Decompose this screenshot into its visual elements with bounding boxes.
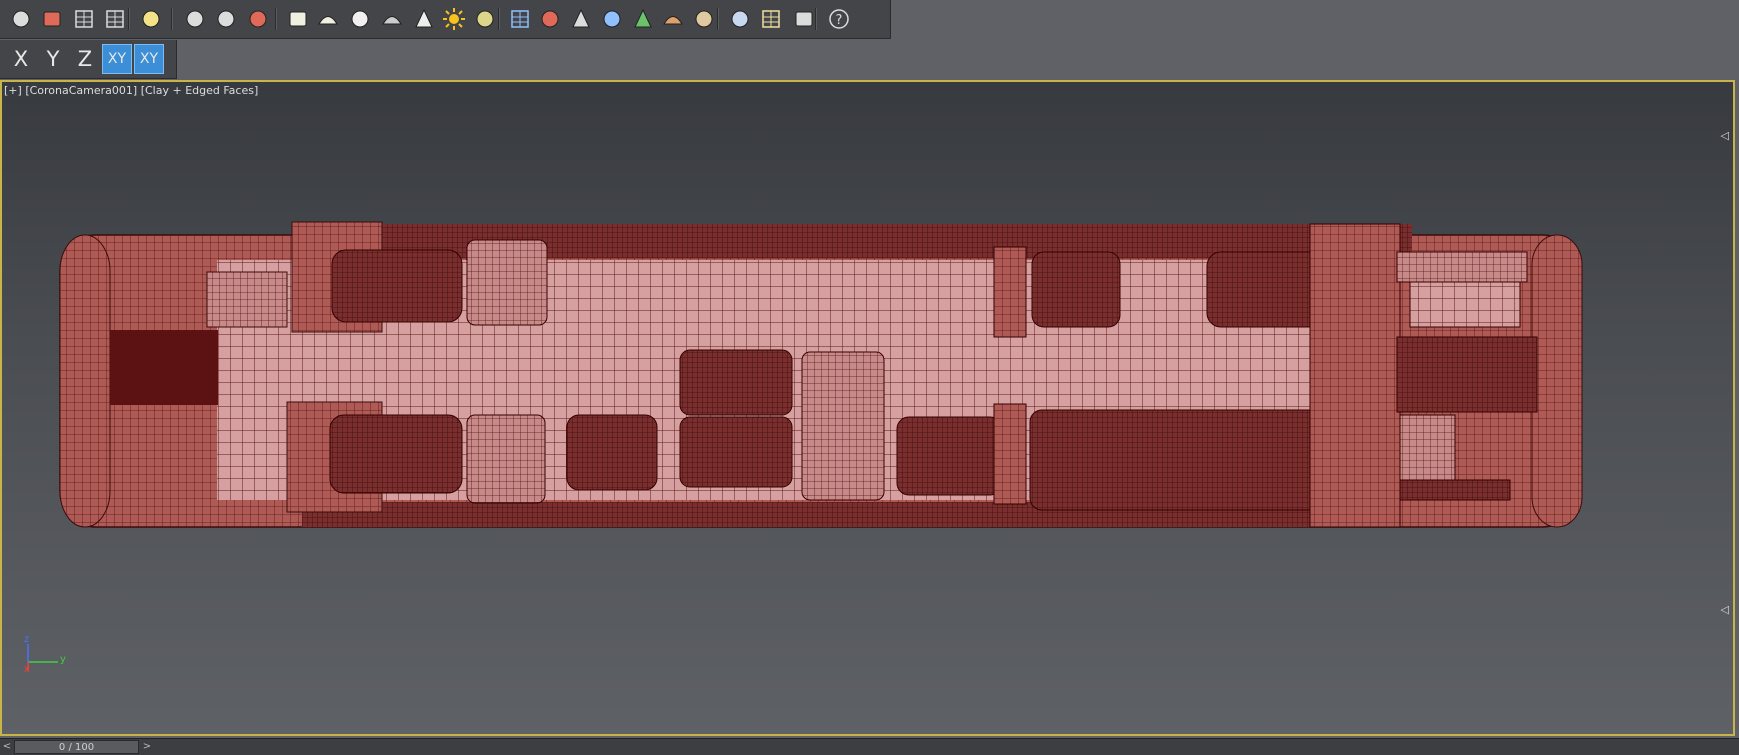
seat (896, 416, 1003, 496)
partition (993, 246, 1027, 338)
table (801, 351, 885, 501)
seat (1031, 251, 1121, 328)
grass-icon[interactable] (629, 4, 657, 34)
hair-fur-icon[interactable] (659, 4, 687, 34)
divan (1029, 409, 1351, 511)
camera-icon[interactable] (181, 4, 209, 34)
viewport-right-arrow-top[interactable]: ◁ (1721, 129, 1729, 142)
sound-icon[interactable] (690, 4, 718, 34)
next-frame-button[interactable]: > (140, 739, 154, 755)
front-lav (206, 271, 288, 328)
material-teapot-icon-glyph (382, 16, 402, 25)
axis-x-label: x (24, 664, 30, 672)
time-slider-bar: < 0 / 100 > (0, 738, 1739, 755)
rear-cabinet (1399, 414, 1456, 481)
vfb-camera-icon[interactable] (244, 4, 272, 34)
viewport-right-arrow-bottom[interactable]: ◁ (1721, 603, 1729, 616)
camera-viewport[interactable]: [+] [CoronaCamera001] [Clay + Edged Face… (0, 80, 1735, 736)
sphere-light-icon-glyph (351, 10, 369, 28)
molecule-icon-glyph (541, 10, 559, 28)
render-frame-icon-glyph (43, 11, 61, 27)
constrain-xy-snap-button[interactable]: XY (134, 44, 164, 74)
help-icon-glyph: ? (829, 9, 849, 29)
rear-bulkhead (1309, 223, 1401, 528)
render-setup-icon[interactable] (70, 4, 98, 34)
seat (679, 349, 793, 416)
rear-lavatory (1409, 281, 1521, 328)
constrain-x-button[interactable]: X (6, 44, 36, 74)
main-toolbar: ? (0, 0, 891, 39)
proxy-icon-glyph (217, 10, 235, 28)
converter-icon[interactable] (757, 4, 785, 34)
material-sphere-icon[interactable] (726, 4, 754, 34)
render-setup-icon-glyph (75, 10, 93, 28)
constrain-z-button[interactable]: Z (70, 44, 100, 74)
previous-frame-button[interactable]: < (0, 739, 14, 755)
molecule-icon[interactable] (536, 4, 564, 34)
axis-z-label: z (24, 634, 29, 645)
material-sphere-icon-glyph (731, 10, 749, 28)
aircraft-cabin-model (59, 221, 1583, 528)
cone-light-icon[interactable] (410, 4, 438, 34)
rear-galley (1396, 336, 1538, 413)
layout-icon-glyph (795, 11, 813, 27)
sky-sphere-icon-glyph (476, 10, 494, 28)
seat (331, 249, 463, 323)
help-icon[interactable]: ? (825, 4, 853, 34)
side-table (466, 239, 548, 326)
seat (566, 414, 658, 491)
light-lister-icon[interactable] (137, 4, 165, 34)
slicer-icon-glyph (572, 8, 590, 28)
xy-snap-label: XY (139, 51, 159, 67)
material-teapot-icon[interactable] (378, 4, 406, 34)
rear-bench (1399, 479, 1511, 501)
sphere-light-icon[interactable] (346, 4, 374, 34)
partition (993, 403, 1027, 505)
plane-light-icon[interactable] (284, 4, 312, 34)
dome-light-icon[interactable] (314, 4, 342, 34)
plane-light-icon-glyph (289, 11, 307, 27)
axis-constraints-toolbar: X Y Z XY XY (0, 40, 177, 79)
converter-icon-glyph (762, 10, 780, 28)
dome-light-icon-glyph (318, 16, 338, 25)
toolbar-separator (275, 8, 277, 30)
sun-icon[interactable] (440, 4, 468, 34)
cone-light-icon-glyph (415, 8, 433, 28)
rear-cap (1531, 234, 1583, 528)
light-lister-icon-glyph (142, 10, 160, 28)
hair-fur-icon-glyph (663, 16, 683, 25)
render-elements-icon-glyph (106, 10, 124, 28)
scatter-icon-glyph (511, 10, 529, 28)
layout-icon[interactable] (790, 4, 818, 34)
rear-shelf (1396, 251, 1528, 283)
teapot-render-icon[interactable] (7, 4, 35, 34)
time-slider[interactable]: 0 / 100 (14, 740, 139, 754)
scatter-icon[interactable] (506, 4, 534, 34)
seat (679, 416, 793, 488)
seat (329, 414, 463, 494)
sky-sphere-icon[interactable] (471, 4, 499, 34)
slicer-icon[interactable] (567, 4, 595, 34)
front-cap (59, 234, 111, 528)
side-table (466, 414, 546, 504)
sun-icon-glyph (443, 8, 465, 30)
world-axis-gizmo: y z x (24, 634, 66, 672)
proxy-icon[interactable] (212, 4, 240, 34)
galley-cabinet (110, 330, 218, 405)
constrain-y-button[interactable]: Y (38, 44, 68, 74)
vfb-camera-icon-glyph (249, 10, 267, 28)
svg-text:?: ? (836, 13, 843, 28)
teapot-render-icon-glyph (12, 10, 30, 28)
gear-icon-glyph (603, 10, 621, 28)
render-frame-icon[interactable] (38, 4, 66, 34)
camera-icon-glyph (186, 10, 204, 28)
sound-icon-glyph (695, 10, 713, 28)
axis-y-label: y (60, 654, 66, 665)
constrain-xy-button[interactable]: XY (102, 44, 132, 74)
toolbar-separator (171, 8, 173, 30)
gear-icon[interactable] (598, 4, 626, 34)
grass-icon-glyph (634, 8, 652, 28)
render-elements-icon[interactable] (101, 4, 129, 34)
